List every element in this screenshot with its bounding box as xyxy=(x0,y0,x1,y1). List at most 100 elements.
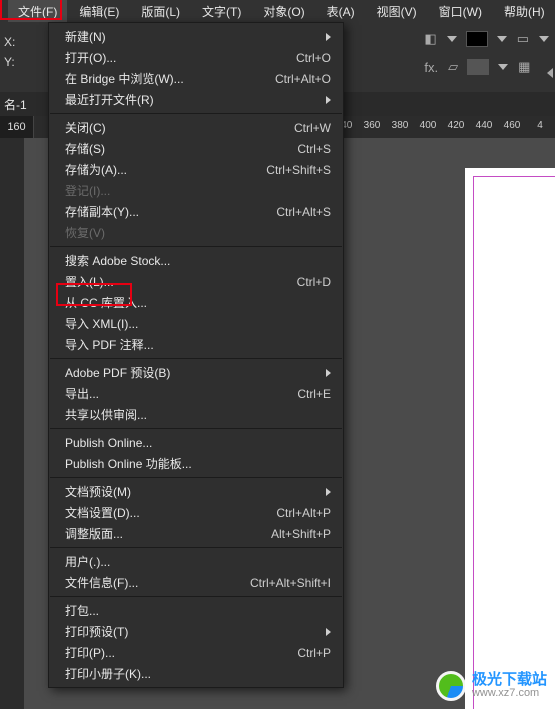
menu-item[interactable]: 新建(N) xyxy=(49,26,343,47)
file-menu-dropdown: 新建(N)打开(O)...Ctrl+O在 Bridge 中浏览(W)...Ctr… xyxy=(48,22,344,688)
menu-item-shortcut: Ctrl+P xyxy=(297,646,331,660)
menu-item-label: 共享以供审阅... xyxy=(65,406,331,423)
menu-item[interactable]: 最近打开文件(R) xyxy=(49,89,343,110)
menu-item[interactable]: 关闭(C) Ctrl+W xyxy=(49,117,343,138)
menu-edit[interactable]: 编辑(E) xyxy=(69,0,129,23)
ruler-tick-label: 440 xyxy=(476,120,493,131)
submenu-arrow-icon xyxy=(326,369,331,377)
ruler-tick-label: 400 xyxy=(420,120,437,131)
menu-item-shortcut: Ctrl+O xyxy=(296,51,331,65)
menu-item-label: 存储副本(Y)... xyxy=(65,203,264,220)
watermark-url: www.xz7.com xyxy=(472,687,547,700)
menu-separator xyxy=(50,428,342,429)
menu-separator xyxy=(50,246,342,247)
cell-icon[interactable]: ▦ xyxy=(518,59,530,75)
fill-swatch[interactable] xyxy=(467,32,487,46)
ruler-corner[interactable]: 160 xyxy=(0,116,34,138)
menu-item-label: 存储为(A)... xyxy=(65,161,254,178)
menu-item-label: 打包... xyxy=(65,602,331,619)
menu-item[interactable]: 置入(L)... Ctrl+D xyxy=(49,271,343,292)
collapse-panel-icon[interactable] xyxy=(547,68,553,78)
menu-item-shortcut: Ctrl+E xyxy=(297,387,331,401)
menu-item[interactable]: Publish Online... xyxy=(49,432,343,453)
menu-item-label: 文档设置(D)... xyxy=(65,504,264,521)
menu-item[interactable]: 存储副本(Y)... Ctrl+Alt+S xyxy=(49,201,343,222)
menu-item[interactable]: 文档设置(D)... Ctrl+Alt+P xyxy=(49,502,343,523)
menu-item[interactable]: Adobe PDF 预设(B) xyxy=(49,362,343,383)
fill-icon[interactable]: ◧ xyxy=(424,31,436,47)
menu-item: 恢复(V) xyxy=(49,222,343,243)
menu-item-label: 搜索 Adobe Stock... xyxy=(65,252,331,269)
menu-item[interactable]: 导入 XML(I)... xyxy=(49,313,343,334)
menu-item-label: 存储(S) xyxy=(65,140,285,157)
menu-item-label: 打印(P)... xyxy=(65,644,285,661)
ruler-tick-label: 420 xyxy=(448,120,465,131)
menu-item[interactable]: 在 Bridge 中浏览(W)...Ctrl+Alt+O xyxy=(49,68,343,89)
watermark: 极光下载站 www.xz7.com xyxy=(436,671,547,701)
stroke-icon[interactable]: ▱ xyxy=(448,59,458,75)
menu-item[interactable]: 搜索 Adobe Stock... xyxy=(49,250,343,271)
page-icon[interactable]: ▭ xyxy=(517,31,529,47)
menu-item-shortcut: Ctrl+S xyxy=(297,142,331,156)
menu-item-shortcut: Ctrl+W xyxy=(294,121,331,135)
menu-item-label: Adobe PDF 预设(B) xyxy=(65,364,318,381)
menu-file[interactable]: 文件(F) xyxy=(8,0,67,23)
menu-text[interactable]: 文字(T) xyxy=(192,0,251,23)
dropdown-caret-icon[interactable] xyxy=(447,36,457,42)
menu-help[interactable]: 帮助(H) xyxy=(494,0,555,23)
menu-item[interactable]: 打印(P)... Ctrl+P xyxy=(49,642,343,663)
menu-window[interactable]: 窗口(W) xyxy=(429,0,492,23)
menu-item[interactable]: 存储为(A)...Ctrl+Shift+S xyxy=(49,159,343,180)
fx-icon[interactable]: fx. xyxy=(424,60,438,75)
menu-item[interactable]: 存储(S) Ctrl+S xyxy=(49,138,343,159)
menu-item-shortcut: Ctrl+Alt+P xyxy=(276,506,331,520)
menu-item-label: 文件信息(F)... xyxy=(65,574,238,591)
menu-item[interactable]: 打印小册子(K)... xyxy=(49,663,343,684)
watermark-title: 极光下载站 xyxy=(472,672,547,687)
vertical-ruler[interactable] xyxy=(0,138,24,709)
menu-item-label: Publish Online 功能板... xyxy=(65,455,331,472)
menu-separator xyxy=(50,596,342,597)
menu-separator xyxy=(50,358,342,359)
menu-item[interactable]: 文档预设(M) xyxy=(49,481,343,502)
submenu-arrow-icon xyxy=(326,488,331,496)
menu-item-label: Publish Online... xyxy=(65,436,331,450)
menu-item[interactable]: 导出... Ctrl+E xyxy=(49,383,343,404)
dropdown-caret-icon[interactable] xyxy=(497,36,507,42)
dropdown-caret-icon[interactable] xyxy=(539,36,549,42)
menu-item-label: 置入(L)... xyxy=(65,273,285,290)
menu-item-label: 从 CC 库置入... xyxy=(65,294,331,311)
document-tab-label: 名-1 xyxy=(4,96,27,113)
dropdown-caret-icon[interactable] xyxy=(498,64,508,70)
menu-item-label: 在 Bridge 中浏览(W)... xyxy=(65,70,263,87)
menu-item-label: 最近打开文件(R) xyxy=(65,91,318,108)
menu-item[interactable]: 打包... xyxy=(49,600,343,621)
menu-item[interactable]: 从 CC 库置入... xyxy=(49,292,343,313)
menu-item-label: 打印小册子(K)... xyxy=(65,665,331,682)
menu-item[interactable]: 共享以供审阅... xyxy=(49,404,343,425)
menu-layout[interactable]: 版面(L) xyxy=(131,0,190,23)
menu-item[interactable]: 打印预设(T) xyxy=(49,621,343,642)
submenu-arrow-icon xyxy=(326,96,331,104)
menu-item[interactable]: 调整版面...Alt+Shift+P xyxy=(49,523,343,544)
menu-object[interactable]: 对象(O) xyxy=(253,0,314,23)
menu-item[interactable]: Publish Online 功能板... xyxy=(49,453,343,474)
y-label: Y: xyxy=(4,55,15,69)
document-page[interactable] xyxy=(465,168,555,709)
ruler-tick-label: 380 xyxy=(392,120,409,131)
menubar: 文件(F) 编辑(E) 版面(L) 文字(T) 对象(O) 表(A) 视图(V)… xyxy=(0,0,555,22)
menu-item[interactable]: 用户(.)... xyxy=(49,551,343,572)
ruler-tick-label: 360 xyxy=(364,120,381,131)
menu-item-shortcut: Ctrl+Alt+S xyxy=(276,205,331,219)
menu-item[interactable]: 打开(O)...Ctrl+O xyxy=(49,47,343,68)
menu-view[interactable]: 视图(V) xyxy=(367,0,427,23)
menu-item-label: 导出... xyxy=(65,385,285,402)
menu-item-label: 新建(N) xyxy=(65,28,318,45)
menu-item-label: 关闭(C) xyxy=(65,119,282,136)
ruler-tick-label: 460 xyxy=(504,120,521,131)
menu-item[interactable]: 导入 PDF 注释... xyxy=(49,334,343,355)
menu-item-shortcut: Ctrl+D xyxy=(297,275,331,289)
stroke-swatch[interactable] xyxy=(468,60,488,74)
menu-table[interactable]: 表(A) xyxy=(317,0,365,23)
menu-item[interactable]: 文件信息(F)...Ctrl+Alt+Shift+I xyxy=(49,572,343,593)
